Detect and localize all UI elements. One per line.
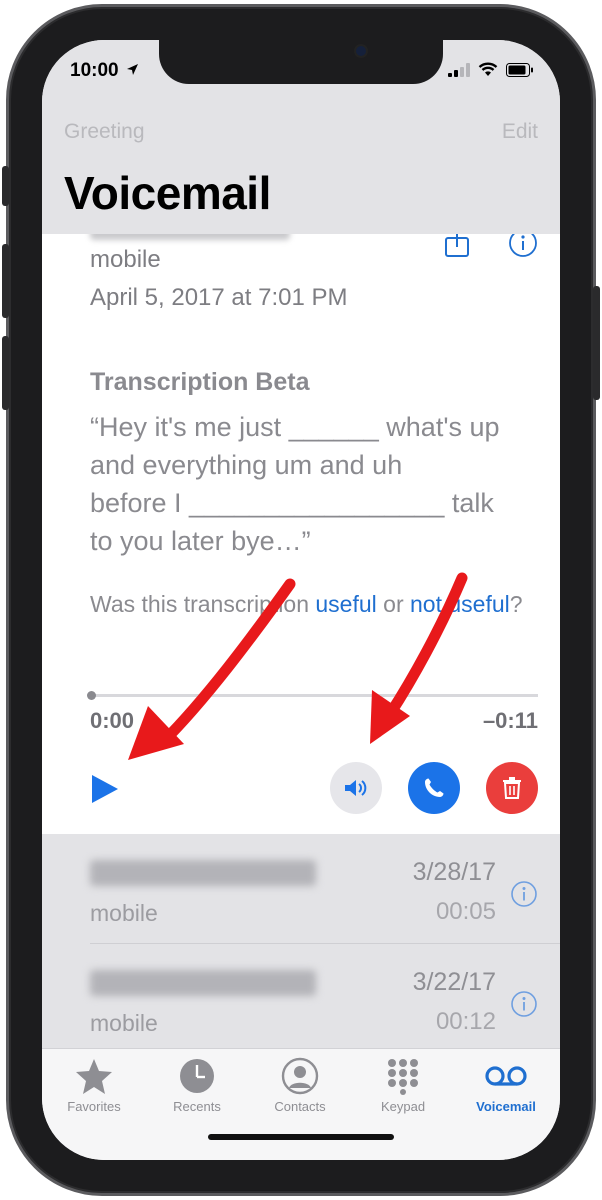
tab-contacts[interactable]: Contacts — [250, 1057, 350, 1114]
tab-bar: Favorites Recents Contacts Keypad Voicem… — [42, 1048, 560, 1160]
tab-label: Favorites — [67, 1099, 121, 1114]
time-elapsed: 0:00 — [90, 708, 135, 733]
tab-label: Voicemail — [476, 1099, 536, 1114]
clock-icon — [180, 1059, 214, 1093]
voicemail-type: mobile — [90, 246, 161, 273]
cellular-signal-icon — [448, 62, 470, 77]
info-icon[interactable] — [510, 990, 538, 1018]
tab-label: Recents — [173, 1099, 221, 1114]
phone-icon — [425, 778, 444, 797]
tab-keypad[interactable]: Keypad — [353, 1057, 453, 1114]
row-date: 3/22/17 — [412, 968, 496, 996]
keypad-icon — [388, 1059, 418, 1095]
play-icon[interactable] — [88, 772, 122, 806]
voicemail-row[interactable]: mobile 3/22/17 00:12 — [42, 944, 560, 1048]
caller-name-blurred — [90, 970, 316, 996]
star-icon — [76, 1059, 112, 1094]
silent-switch — [2, 166, 9, 206]
feedback-suffix: ? — [509, 591, 523, 617]
row-duration: 00:05 — [435, 898, 496, 925]
trash-icon — [503, 777, 521, 799]
home-indicator — [208, 1134, 394, 1140]
feedback-middle: or — [376, 591, 410, 617]
battery-icon — [506, 62, 533, 77]
playback-scrubber[interactable] — [87, 691, 538, 700]
screen: 10:00 Greeting Edit Voicemail mobile Apr… — [42, 40, 560, 1160]
time-remaining: –0:11 — [482, 708, 538, 733]
status-icons — [448, 62, 534, 77]
wifi-icon — [478, 62, 498, 76]
location-arrow-icon — [126, 64, 138, 75]
share-icon[interactable] — [444, 230, 470, 258]
useful-link[interactable]: useful — [315, 591, 376, 617]
delete-button[interactable] — [486, 762, 538, 814]
transcription-heading: Transcription Beta — [90, 368, 310, 396]
notch — [159, 40, 443, 84]
call-back-button[interactable] — [408, 762, 460, 814]
voicemail-date: April 5, 2017 at 7:01 PM — [90, 284, 348, 311]
row-type: mobile — [90, 1010, 158, 1036]
tab-label: Contacts — [274, 1099, 326, 1114]
transcription-text: “Hey it's me just ______ what's up and e… — [90, 412, 500, 556]
volume-down-button — [2, 336, 9, 410]
page-title: Voicemail — [64, 167, 271, 219]
speaker-button[interactable] — [330, 762, 382, 814]
volume-up-button — [2, 244, 9, 318]
greeting-button[interactable]: Greeting — [64, 120, 145, 144]
not-useful-link[interactable]: not useful — [410, 591, 510, 617]
tab-voicemail[interactable]: Voicemail — [456, 1057, 556, 1114]
feedback-prefix: Was this transcription — [90, 591, 316, 617]
tab-favorites[interactable]: Favorites — [44, 1057, 144, 1114]
nav-header: Greeting Edit Voicemail — [42, 106, 560, 234]
edit-button[interactable]: Edit — [502, 120, 538, 144]
person-icon — [281, 1057, 319, 1095]
row-date: 3/28/17 — [412, 858, 496, 886]
tab-recents[interactable]: Recents — [147, 1057, 247, 1114]
speaker-icon — [345, 780, 367, 796]
status-time: 10:00 — [70, 60, 139, 82]
scrubber-knob[interactable] — [87, 691, 96, 700]
voicemail-icon — [485, 1066, 527, 1086]
row-type: mobile — [90, 900, 158, 926]
side-button — [593, 286, 600, 400]
row-duration: 00:12 — [435, 1008, 496, 1035]
front-camera — [356, 46, 366, 56]
expanded-voicemail: mobile April 5, 2017 at 7:01 PM Transcri… — [42, 224, 560, 834]
caller-name-blurred — [90, 860, 316, 886]
info-icon[interactable] — [510, 880, 538, 908]
transcription-feedback: Was this transcription useful or not use… — [90, 588, 530, 621]
voicemail-row[interactable]: mobile 3/28/17 00:05 — [42, 834, 560, 944]
tab-label: Keypad — [380, 1099, 426, 1114]
